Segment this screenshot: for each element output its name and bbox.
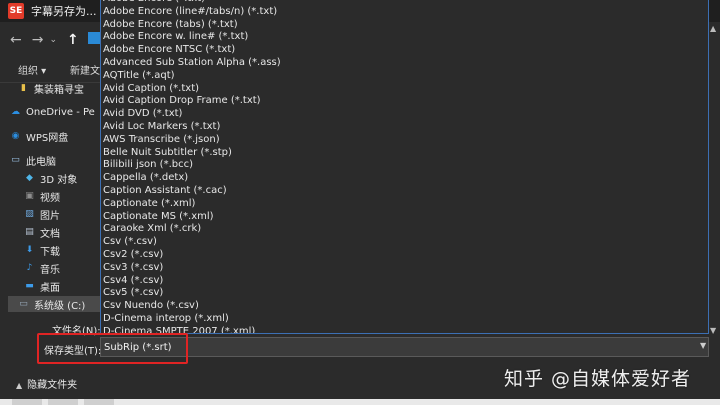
sidebar-item-label: OneDrive - Pe xyxy=(26,106,95,118)
format-option[interactable]: Csv (*.csv) xyxy=(101,236,708,249)
format-option[interactable]: Avid Caption (*.txt) xyxy=(101,83,708,96)
sidebar-item[interactable]: ▨ 图片 xyxy=(24,206,100,222)
desktop-icon: ▬ xyxy=(25,281,34,291)
sidebar-item[interactable]: ☁ OneDrive - Pe xyxy=(10,104,100,120)
sidebar-item[interactable]: ▭ 系统级 (C:) xyxy=(8,296,110,312)
sidebar-item[interactable]: ◆ 3D 对象 xyxy=(24,170,100,186)
format-option[interactable]: Captionate MS (*.xml) xyxy=(101,211,708,224)
format-option[interactable]: AWS Transcribe (*.json) xyxy=(101,134,708,147)
navigation-pane: ▮ 集装箱寻宝 ☁ OneDrive - Pe ◉ WPS网盘 ▭ 此电脑 ◆ 3D 对象 ▣ 视频 ▨… xyxy=(0,76,110,316)
sidebar-item[interactable]: ▤ 文档 xyxy=(24,224,100,240)
format-option[interactable]: Bilibili json (*.bcc) xyxy=(101,159,708,172)
save-type-select[interactable] xyxy=(100,337,709,357)
scrollbar[interactable] xyxy=(709,22,720,334)
organize-button[interactable]: 组织 ▾ xyxy=(18,62,46,77)
format-option[interactable]: Adobe Encore (tabs) (*.txt) xyxy=(101,19,708,32)
sidebar-item[interactable]: ▬ 桌面 xyxy=(24,278,100,294)
format-option[interactable]: Avid DVD (*.txt) xyxy=(101,108,708,121)
cube-icon: ◆ xyxy=(26,173,33,183)
sidebar-item-label: 视频 xyxy=(40,192,60,204)
taskbar xyxy=(0,399,720,405)
format-option[interactable]: Adobe Encore (line#/tabs/n) (*.txt) xyxy=(101,6,708,19)
document-icon: ▤ xyxy=(25,227,34,237)
format-option[interactable]: Advanced Sub Station Alpha (*.ass) xyxy=(101,57,708,70)
format-option[interactable]: Cappella (*.detx) xyxy=(101,172,708,185)
sidebar-item[interactable]: ◉ WPS网盘 xyxy=(10,128,100,144)
computer-icon: ▭ xyxy=(11,155,20,165)
format-option[interactable]: Avid Loc Markers (*.txt) xyxy=(101,121,708,134)
scroll-up-icon[interactable]: ▲ xyxy=(710,24,716,33)
format-option[interactable]: Caption Assistant (*.cac) xyxy=(101,185,708,198)
title-bar: SE 字幕另存为... xyxy=(0,0,98,22)
sidebar-item-label: 3D 对象 xyxy=(40,174,78,186)
sidebar-item[interactable]: ▭ 此电脑 xyxy=(10,152,100,168)
sidebar-item-label: WPS网盘 xyxy=(26,132,69,144)
picture-icon: ▨ xyxy=(25,209,34,219)
format-option[interactable]: Csv4 (*.csv) xyxy=(101,275,708,288)
sidebar-item[interactable]: ⬇ 下载 xyxy=(24,242,100,258)
format-option[interactable]: Csv2 (*.csv) xyxy=(101,249,708,262)
sidebar-item-label: 文档 xyxy=(40,228,60,240)
folder-icon: ▮ xyxy=(21,83,26,93)
format-option[interactable]: Csv3 (*.csv) xyxy=(101,262,708,275)
back-arrow-icon[interactable]: ← xyxy=(10,33,22,47)
drive-icon: ▭ xyxy=(19,299,28,309)
format-option[interactable]: Csv Nuendo (*.csv) xyxy=(101,300,708,313)
up-arrow-icon[interactable]: ↑ xyxy=(67,33,79,47)
chevron-down-icon[interactable]: ▼ xyxy=(700,341,706,350)
format-option[interactable]: Csv5 (*.csv) xyxy=(101,287,708,300)
hide-folders-toggle[interactable]: ▲ 隐藏文件夹 xyxy=(16,376,77,391)
format-option[interactable]: Caraoke Xml (*.crk) xyxy=(101,223,708,236)
format-option[interactable]: D-Cinema interop (*.xml) xyxy=(101,313,708,326)
sidebar-item[interactable]: ▣ 视频 xyxy=(24,188,100,204)
taskbar-item[interactable] xyxy=(84,399,114,405)
save-type-dropdown-list[interactable]: Adobe Encore (*.txt)Adobe Encore (line#/… xyxy=(100,0,709,334)
sidebar-item[interactable]: ▮ 集装箱寻宝 xyxy=(18,80,100,96)
sidebar-item-label: 系统级 (C:) xyxy=(34,300,86,312)
sidebar-item-label: 此电脑 xyxy=(26,156,56,168)
sidebar-item-label: 桌面 xyxy=(40,282,60,294)
highlight-annotation xyxy=(37,333,188,364)
music-icon: ♪ xyxy=(26,263,33,273)
download-icon: ⬇ xyxy=(25,245,34,255)
forward-arrow-icon[interactable]: → xyxy=(32,33,44,47)
new-folder-button[interactable]: 新建文 xyxy=(70,62,100,77)
sidebar-item[interactable]: ♪ 音乐 xyxy=(24,260,100,276)
taskbar-item[interactable] xyxy=(12,399,42,405)
cloud-icon: ☁ xyxy=(11,107,20,117)
navigation-bar: ← → ⌄ ↑ xyxy=(0,26,100,54)
format-option[interactable]: Adobe Encore w. line# (*.txt) xyxy=(101,31,708,44)
format-option[interactable]: Adobe Encore NTSC (*.txt) xyxy=(101,44,708,57)
app-icon: SE xyxy=(8,3,24,19)
format-option[interactable]: AQTitle (*.aqt) xyxy=(101,70,708,83)
format-option[interactable]: Belle Nuit Subtitler (*.stp) xyxy=(101,147,708,160)
hide-folders-label: 隐藏文件夹 xyxy=(27,380,78,391)
sidebar-item-label: 音乐 xyxy=(40,264,60,276)
window-title: 字幕另存为... xyxy=(31,5,97,18)
cloud-drive-icon: ◉ xyxy=(11,131,20,141)
address-folder-icon xyxy=(88,32,100,44)
sidebar-item-label: 下载 xyxy=(40,246,60,258)
format-option[interactable]: D-Cinema SMPTE 2007 (*.xml) xyxy=(101,326,708,333)
taskbar-item[interactable] xyxy=(48,399,78,405)
format-option[interactable]: Avid Caption Drop Frame (*.txt) xyxy=(101,95,708,108)
sidebar-item-label: 图片 xyxy=(40,210,60,222)
sidebar-item-label: 集装箱寻宝 xyxy=(34,84,84,96)
chevron-up-icon: ▲ xyxy=(16,381,23,390)
scroll-down-icon[interactable]: ▼ xyxy=(710,326,716,335)
recent-locations-chevron-icon[interactable]: ⌄ xyxy=(49,35,57,45)
format-option[interactable]: Captionate (*.xml) xyxy=(101,198,708,211)
watermark: 知乎 @自媒体爱好者 xyxy=(504,368,692,390)
video-icon: ▣ xyxy=(25,191,34,201)
